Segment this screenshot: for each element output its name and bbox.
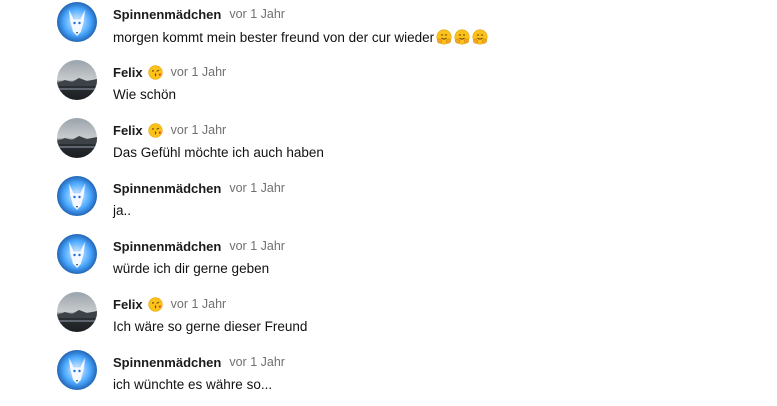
message-text-row: Ich wäre so gerne dieser Freund — [113, 319, 307, 334]
chat-message: Felix vor 1 Jahr Wie schön — [0, 60, 777, 118]
timestamp[interactable]: vor 1 Jahr — [171, 123, 227, 137]
timestamp[interactable]: vor 1 Jahr — [171, 65, 227, 79]
message-header: Spinnenmädchen vor 1 Jahr — [113, 180, 285, 196]
timestamp[interactable]: vor 1 Jahr — [171, 297, 227, 311]
message-text: Ich wäre so gerne dieser Freund — [113, 319, 308, 334]
message-header: Spinnenmädchen vor 1 Jahr — [113, 354, 285, 370]
white-wolf-avatar-icon — [57, 234, 97, 274]
avatar[interactable] — [57, 118, 97, 158]
timestamp[interactable]: vor 1 Jahr — [229, 355, 285, 369]
hugging-face-emoji-icon — [454, 29, 470, 45]
kissing-face-emoji-icon — [147, 64, 163, 80]
message-text-row: ich wünchte es währe so... — [113, 377, 272, 392]
avatar[interactable] — [57, 234, 97, 274]
message-header: Felix vor 1 Jahr — [113, 122, 226, 138]
message-header: Felix vor 1 Jahr — [113, 64, 226, 80]
kissing-face-emoji-icon — [147, 122, 163, 138]
message-text: morgen kommt mein bester freund von der … — [113, 29, 435, 45]
kissing-face-emoji-icon — [147, 296, 163, 312]
message-text: würde ich dir gerne geben — [113, 261, 270, 276]
chat-message: Spinnenmädchen vor 1 Jahr ich wünchte es… — [0, 350, 777, 406]
landscape-avatar-icon — [57, 292, 97, 332]
white-wolf-avatar-icon — [57, 2, 97, 42]
landscape-avatar-icon — [57, 60, 97, 100]
message-header: Spinnenmädchen vor 1 Jahr — [113, 238, 285, 254]
author-name[interactable]: Spinnenmädchen — [113, 7, 221, 22]
message-text-row: ja.. — [113, 203, 131, 218]
avatar[interactable] — [57, 176, 97, 216]
chat-message: Felix vor 1 Jahr Ich wäre so gerne diese… — [0, 292, 777, 350]
author-name[interactable]: Spinnenmädchen — [113, 181, 221, 196]
message-text-row: Das Gefühl möchte ich auch haben — [113, 145, 324, 160]
chat-message: Spinnenmädchen vor 1 Jahr morgen kommt m… — [0, 2, 777, 60]
message-header: Felix vor 1 Jahr — [113, 296, 226, 312]
timestamp[interactable]: vor 1 Jahr — [229, 239, 285, 253]
timestamp[interactable]: vor 1 Jahr — [229, 181, 285, 195]
chat-message: Felix vor 1 Jahr Das Gefühl möchte ich a… — [0, 118, 777, 176]
author-name[interactable]: Spinnenmädchen — [113, 355, 221, 370]
message-text-row: würde ich dir gerne geben — [113, 261, 269, 276]
white-wolf-avatar-icon — [57, 350, 97, 390]
author-name[interactable]: Felix — [113, 297, 143, 312]
message-text: ja.. — [113, 203, 132, 218]
author-name[interactable]: Felix — [113, 65, 143, 80]
message-text: ich wünchte es währe so... — [113, 377, 273, 392]
message-text: Das Gefühl möchte ich auch haben — [113, 145, 324, 160]
landscape-avatar-icon — [57, 118, 97, 158]
hugging-face-emoji-icon — [436, 29, 452, 45]
avatar[interactable] — [57, 292, 97, 332]
timestamp[interactable]: vor 1 Jahr — [229, 7, 285, 21]
message-text-row: Wie schön — [113, 87, 176, 102]
avatar[interactable] — [57, 60, 97, 100]
message-header: Spinnenmädchen vor 1 Jahr — [113, 6, 285, 22]
chat-message: Spinnenmädchen vor 1 Jahr ja.. — [0, 176, 777, 234]
message-text: Wie schön — [113, 87, 177, 102]
chat-message-list: Spinnenmädchen vor 1 Jahr morgen kommt m… — [0, 0, 777, 406]
author-name[interactable]: Spinnenmädchen — [113, 239, 221, 254]
avatar[interactable] — [57, 2, 97, 42]
hugging-face-emoji-icon — [472, 29, 488, 45]
message-text-row: morgen kommt mein bester freund von der … — [113, 29, 488, 45]
chat-message: Spinnenmädchen vor 1 Jahr würde ich dir … — [0, 234, 777, 292]
white-wolf-avatar-icon — [57, 176, 97, 216]
avatar[interactable] — [57, 350, 97, 390]
author-name[interactable]: Felix — [113, 123, 143, 138]
